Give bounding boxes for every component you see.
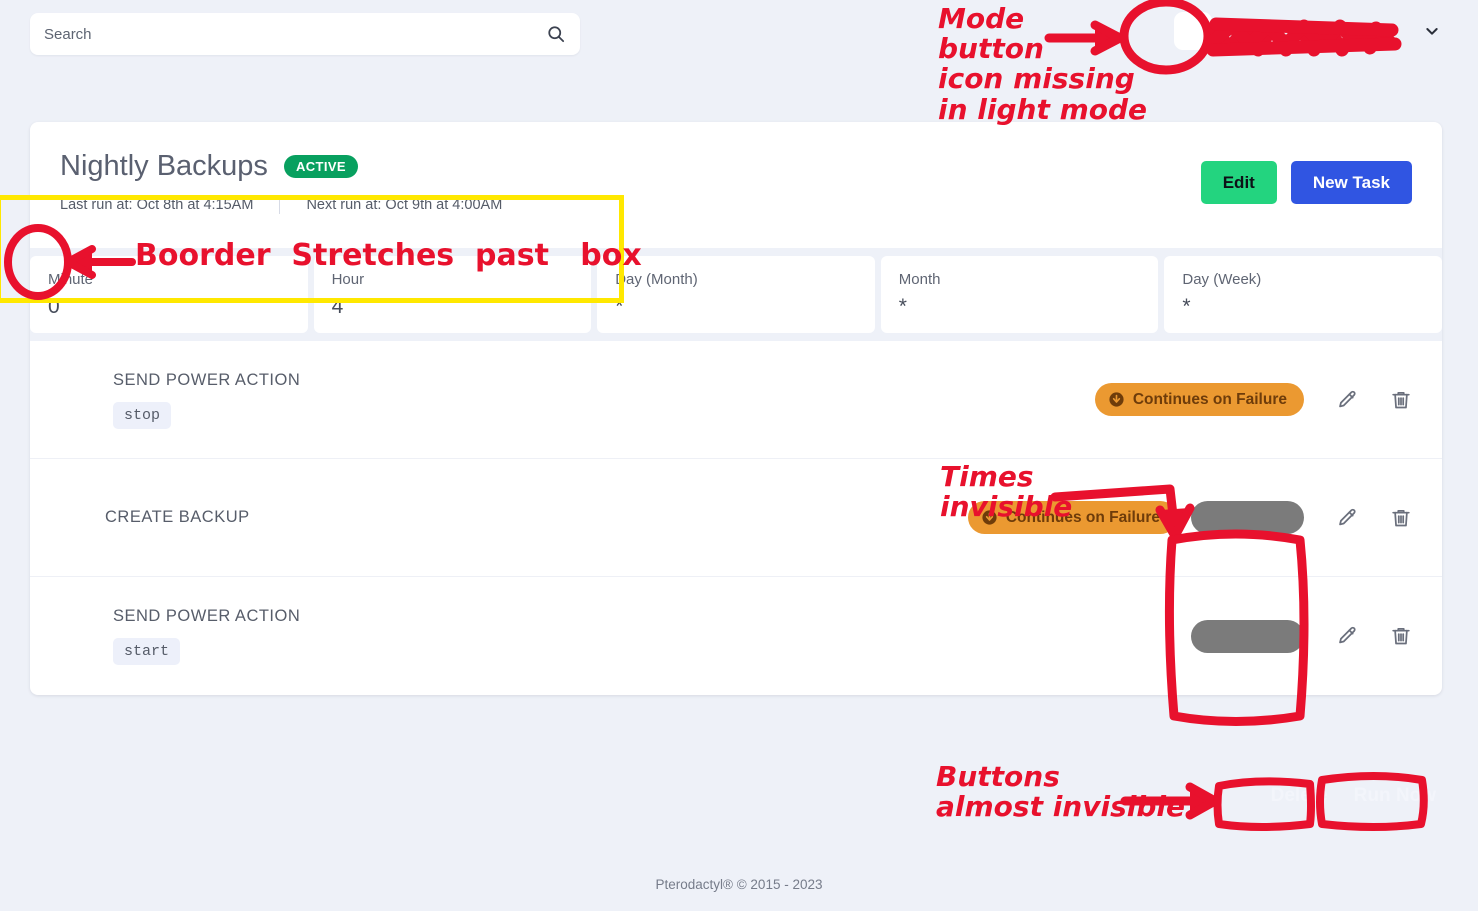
bottom-actions: Delete Run Now xyxy=(1265,786,1442,805)
search-icon[interactable] xyxy=(546,24,566,44)
footer-text: Pterodactyl® © 2015 - 2023 xyxy=(655,877,823,892)
cron-value: * xyxy=(615,295,624,318)
task-actions xyxy=(1177,619,1412,653)
app-root: Nightly Backups ACTIVE Last run at: Oct … xyxy=(0,0,1478,911)
cron-label: Minute xyxy=(48,271,94,288)
cron-value: 0 xyxy=(48,295,60,318)
pencil-icon[interactable] xyxy=(1336,625,1358,647)
run-divider xyxy=(279,196,281,214)
task-info: SEND POWER ACTION start xyxy=(30,607,300,665)
task-info: SEND POWER ACTION stop xyxy=(30,371,300,429)
badge-label: Continues on Failure xyxy=(1132,390,1287,408)
task-action-label: CREATE BACKUP xyxy=(105,508,250,526)
cron-cell-day-month: Day (Month) * xyxy=(597,256,875,333)
cron-label: Month xyxy=(898,271,941,288)
cron-value: * xyxy=(1182,295,1191,318)
cron-cell-hour: Hour 4 xyxy=(313,256,592,333)
task-action-label: SEND POWER ACTION xyxy=(113,607,301,625)
cron-label: Day (Month) xyxy=(615,271,698,288)
pencil-icon[interactable] xyxy=(1336,389,1358,411)
task-payload-chip: stop xyxy=(113,401,172,429)
cron-label: Hour xyxy=(331,271,365,288)
cron-value: 4 xyxy=(331,295,344,318)
cron-value: * xyxy=(898,295,907,318)
search-box[interactable] xyxy=(30,13,580,55)
table-row: SEND POWER ACTION stop Continues on Fail… xyxy=(30,341,1442,459)
page-title: Nightly Backups xyxy=(60,150,268,182)
pencil-icon[interactable] xyxy=(1336,507,1358,529)
delete-button[interactable]: Delete xyxy=(1265,786,1334,805)
trash-icon[interactable] xyxy=(1390,507,1412,529)
chevron-down-icon[interactable] xyxy=(1424,23,1440,39)
username-label xyxy=(1222,18,1414,44)
task-time-value xyxy=(1191,501,1304,534)
cron-cell-month: Month * xyxy=(880,256,1159,333)
task-action-label: SEND POWER ACTION xyxy=(113,370,301,389)
search-input[interactable] xyxy=(44,25,546,43)
task-actions: Continues on Failure xyxy=(967,501,1412,534)
edit-button[interactable]: Edit xyxy=(1200,161,1277,204)
run-now-button[interactable]: Run Now xyxy=(1348,786,1442,805)
cron-label: Day (Week) xyxy=(1182,271,1262,288)
task-time-value xyxy=(1191,619,1304,653)
annotation-buttons-text: Buttons almost invisible xyxy=(936,760,1185,824)
last-run-label: Last run at: Oct 8th at 4:15AM xyxy=(60,197,254,213)
task-info: CREATE BACKUP xyxy=(30,508,250,527)
trash-icon[interactable] xyxy=(1390,625,1412,647)
user-menu[interactable] xyxy=(1174,12,1440,50)
status-badge: ACTIVE xyxy=(283,155,359,178)
trash-icon[interactable] xyxy=(1390,389,1412,411)
arrow-down-circle-icon xyxy=(1108,391,1125,408)
top-bar xyxy=(0,0,1478,70)
next-run-label: Next run at: Oct 9th at 4:00AM xyxy=(306,197,503,213)
mode-button[interactable] xyxy=(1174,12,1212,50)
cron-cell-minute: Minute 0 xyxy=(30,256,308,333)
task-actions: Continues on Failure xyxy=(1094,383,1412,416)
cron-strip: Minute 0 Hour 4 Day (Month) * Month * Da… xyxy=(30,248,1442,341)
schedule-card: Nightly Backups ACTIVE Last run at: Oct … xyxy=(30,122,1442,695)
badge-label: Continues on Failure xyxy=(1005,508,1160,526)
task-payload-chip: start xyxy=(113,638,181,665)
table-row: CREATE BACKUP Continues on Failure xyxy=(30,459,1442,577)
new-task-button[interactable]: New Task xyxy=(1290,161,1412,204)
table-row: SEND POWER ACTION start xyxy=(30,577,1442,695)
header-actions: Edit New Task xyxy=(1200,161,1412,204)
arrow-down-circle-icon xyxy=(981,509,998,526)
status-badge: Continues on Failure xyxy=(967,501,1177,534)
schedule-header: Nightly Backups ACTIVE Last run at: Oct … xyxy=(30,122,1442,248)
cron-cell-day-week: Day (Week) * xyxy=(1164,256,1442,333)
status-badge: Continues on Failure xyxy=(1094,383,1304,416)
